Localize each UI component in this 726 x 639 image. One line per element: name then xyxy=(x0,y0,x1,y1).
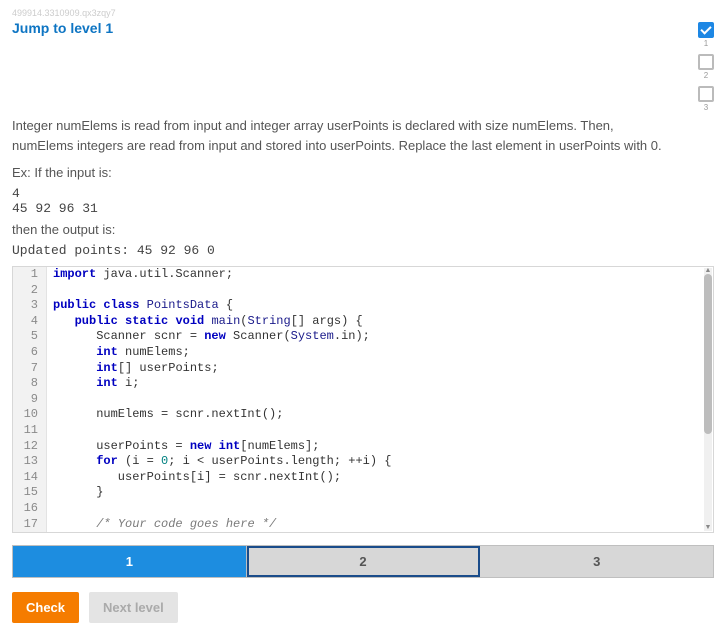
code-text[interactable]: public static void main(String[] args) { xyxy=(47,314,363,330)
code-text[interactable]: public class PointsData { xyxy=(47,298,233,314)
code-text[interactable] xyxy=(47,423,53,439)
code-line[interactable]: 6 int numElems; xyxy=(13,345,713,361)
line-number: 7 xyxy=(13,361,47,377)
code-line[interactable]: 11 xyxy=(13,423,713,439)
scroll-down-icon[interactable]: ▼ xyxy=(704,525,712,531)
code-text[interactable]: userPoints[i] = scnr.nextInt(); xyxy=(47,470,341,486)
code-text[interactable]: userPoints = new int[numElems]; xyxy=(47,439,319,455)
line-number: 4 xyxy=(13,314,47,330)
code-line[interactable]: 13 for (i = 0; i < userPoints.length; ++… xyxy=(13,454,713,470)
code-line[interactable]: 17 /* Your code goes here */ xyxy=(13,517,713,533)
code-text[interactable]: /* Your code goes here */ xyxy=(47,517,276,533)
code-line[interactable]: 14 userPoints[i] = scnr.nextInt(); xyxy=(13,470,713,486)
code-line[interactable]: 16 xyxy=(13,501,713,517)
progress-check-3[interactable] xyxy=(698,86,714,102)
progress-check-label: 1 xyxy=(704,39,708,48)
progress-check-2[interactable] xyxy=(698,54,714,70)
code-text[interactable]: int i; xyxy=(47,376,139,392)
code-line[interactable]: 4 public static void main(String[] args)… xyxy=(13,314,713,330)
code-line[interactable]: 3public class PointsData { xyxy=(13,298,713,314)
example-output-label: then the output is: xyxy=(12,222,714,237)
code-line[interactable]: 12 userPoints = new int[numElems]; xyxy=(13,439,713,455)
jump-to-level-link[interactable]: Jump to level 1 xyxy=(12,20,113,36)
code-line[interactable]: 9 xyxy=(13,392,713,408)
code-text[interactable]: } xyxy=(47,485,103,501)
line-number: 12 xyxy=(13,439,47,455)
line-number: 13 xyxy=(13,454,47,470)
line-number: 3 xyxy=(13,298,47,314)
code-text[interactable]: int numElems; xyxy=(47,345,190,361)
code-line[interactable]: 5 Scanner scnr = new Scanner(System.in); xyxy=(13,329,713,345)
line-number: 5 xyxy=(13,329,47,345)
line-number: 14 xyxy=(13,470,47,486)
tab-3[interactable]: 3 xyxy=(480,546,713,577)
line-number: 16 xyxy=(13,501,47,517)
scrollbar[interactable]: ▲ ▼ xyxy=(704,268,712,531)
meta-hash: 499914.3310909.qx3zqy7 xyxy=(12,8,714,18)
problem-description: Integer numElems is read from input and … xyxy=(12,116,672,155)
code-line[interactable]: 7 int[] userPoints; xyxy=(13,361,713,377)
line-number: 6 xyxy=(13,345,47,361)
tab-1[interactable]: 1 xyxy=(13,546,247,577)
code-line[interactable]: 8 int i; xyxy=(13,376,713,392)
line-number: 15 xyxy=(13,485,47,501)
code-text[interactable]: numElems = scnr.nextInt(); xyxy=(47,407,283,423)
example-input-line2: 45 92 96 31 xyxy=(12,201,714,216)
code-text[interactable]: for (i = 0; i < userPoints.length; ++i) … xyxy=(47,454,392,470)
code-line[interactable]: 2 xyxy=(13,283,713,299)
line-number: 11 xyxy=(13,423,47,439)
code-line[interactable]: 15 } xyxy=(13,485,713,501)
tab-2[interactable]: 2 xyxy=(247,546,481,577)
code-text[interactable] xyxy=(47,501,53,517)
line-number: 9 xyxy=(13,392,47,408)
example-output: Updated points: 45 92 96 0 xyxy=(12,243,714,258)
level-tabs: 123 xyxy=(12,545,714,578)
progress-check-1[interactable] xyxy=(698,22,714,38)
code-text[interactable]: import java.util.Scanner; xyxy=(47,267,233,283)
progress-checks: 1 2 3 xyxy=(698,20,714,112)
code-line[interactable]: 1import java.util.Scanner; xyxy=(13,267,713,283)
code-editor[interactable]: 1import java.util.Scanner;23public class… xyxy=(12,266,714,533)
example-input-line1: 4 xyxy=(12,186,714,201)
line-number: 8 xyxy=(13,376,47,392)
line-number: 10 xyxy=(13,407,47,423)
example-input-label: Ex: If the input is: xyxy=(12,165,714,180)
code-line[interactable]: 10 numElems = scnr.nextInt(); xyxy=(13,407,713,423)
progress-check-label: 2 xyxy=(704,71,708,80)
progress-check-label: 3 xyxy=(704,103,708,112)
code-text[interactable] xyxy=(47,392,53,408)
scrollbar-thumb[interactable] xyxy=(704,274,712,434)
code-text[interactable] xyxy=(47,283,53,299)
line-number: 1 xyxy=(13,267,47,283)
line-number: 2 xyxy=(13,283,47,299)
next-level-button: Next level xyxy=(89,592,178,623)
code-text[interactable]: int[] userPoints; xyxy=(47,361,219,377)
check-button[interactable]: Check xyxy=(12,592,79,623)
code-text[interactable]: Scanner scnr = new Scanner(System.in); xyxy=(47,329,370,345)
line-number: 17 xyxy=(13,517,47,533)
